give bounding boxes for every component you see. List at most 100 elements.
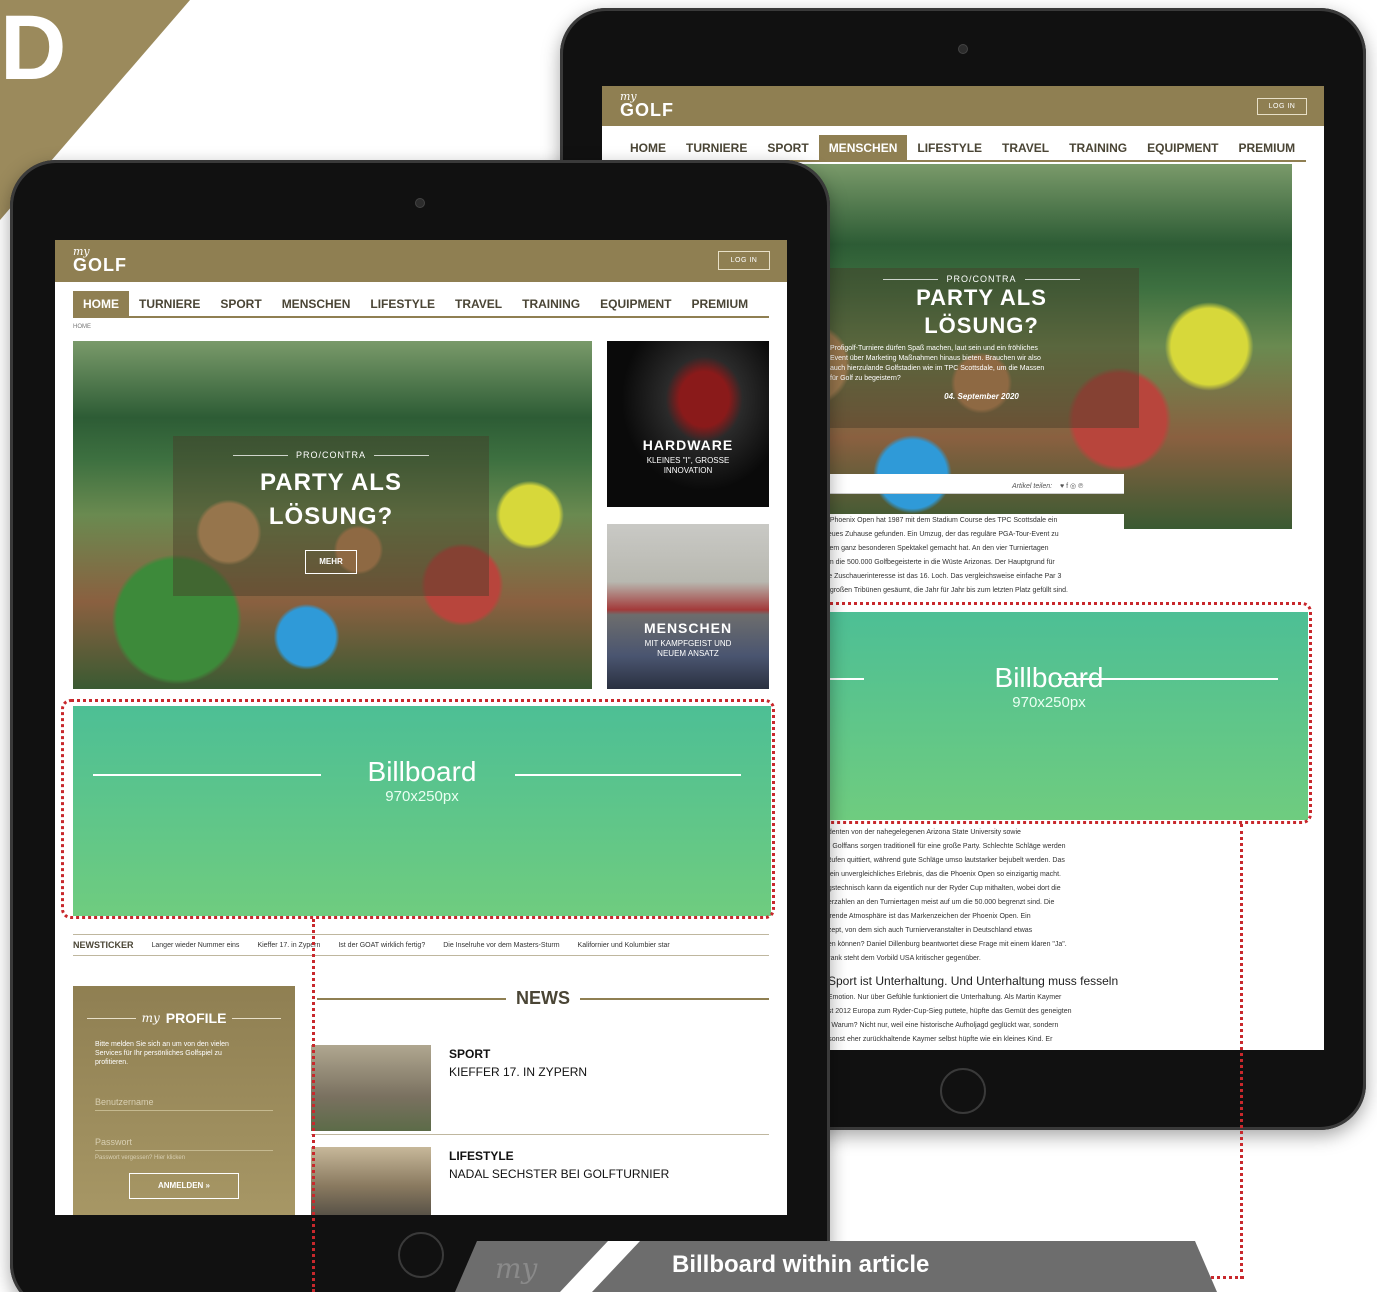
- login-submit-button[interactable]: ANMELDEN »: [129, 1173, 239, 1199]
- paragraph-line: ierende Atmosphäre ist das Markenzeichen…: [824, 913, 1031, 920]
- paragraph-line: ngstechnisch kann da eigentlich nur der …: [824, 885, 1061, 892]
- teaser-line: auch hierzulande Golfstadien wie im TPC …: [830, 365, 1045, 372]
- password-field[interactable]: Passwort: [95, 1137, 273, 1151]
- hero-title-line1: PARTY ALS: [916, 285, 1047, 310]
- side-card-menschen[interactable]: MENSCHEN MIT KAMPFGEIST UND NEUEM ANSATZ: [607, 524, 769, 689]
- nav-sport[interactable]: SPORT: [210, 291, 271, 317]
- nav-travel[interactable]: TRAVEL: [445, 291, 512, 317]
- nav-home[interactable]: HOME: [73, 291, 129, 317]
- card-title: MENSCHEN: [643, 620, 733, 636]
- news-heading-text: NEWS: [516, 988, 570, 1008]
- nav-home[interactable]: HOME: [620, 135, 676, 161]
- news-category: SPORT: [449, 1047, 491, 1061]
- nav-premium[interactable]: PREMIUM: [681, 291, 758, 317]
- connector-line-left: [312, 919, 315, 1292]
- card-sub-line: INNOVATION: [663, 466, 713, 475]
- ticker-label: NEWSTICKER: [73, 940, 134, 950]
- news-thumbnail[interactable]: [311, 1045, 431, 1131]
- breadcrumb[interactable]: HOME: [73, 324, 91, 330]
- nav-menschen[interactable]: MENSCHEN: [272, 291, 361, 317]
- paragraph-line: udenten von der nahegelegenen Arizona St…: [824, 829, 1021, 836]
- home-button: [940, 1068, 986, 1114]
- nav-equipment[interactable]: EQUIPMENT: [1137, 135, 1228, 161]
- caption-text: Billboard within article: [672, 1251, 930, 1278]
- news-title[interactable]: KIEFFER 17. IN ZYPERN: [449, 1065, 587, 1079]
- card-title: HARDWARE: [642, 437, 734, 453]
- article-paragraph-1: e Phoenix Open hat 1987 mit dem Stadium …: [824, 514, 1124, 604]
- login-button[interactable]: LOG IN: [718, 251, 770, 270]
- showcase-canvas: D my GOLF LOG IN HOME TURNIERE SPORT MEN…: [0, 0, 1377, 1292]
- logo-golf: GOLF: [620, 100, 674, 120]
- profile-box: my PROFILE Bitte melden Sie sich an um vo…: [73, 986, 295, 1215]
- teaser-line: Profigolf-Turniere dürfen Spaß machen, l…: [830, 345, 1038, 352]
- hero-teaser: Profigolf-Turniere dürfen Spaß machen, l…: [824, 340, 1139, 388]
- teaser-line: Event über Marketing Maßnahmen hinaus bi…: [830, 355, 1041, 362]
- card-sub-line: MIT KAMPFGEIST UND: [644, 639, 732, 648]
- logo-golf: GOLF: [73, 255, 127, 275]
- news-thumbnail[interactable]: [311, 1147, 431, 1215]
- nav-lifestyle[interactable]: LIFESTYLE: [360, 291, 445, 317]
- teaser-line: für Golf zu begeistern?: [830, 375, 901, 382]
- paragraph-line: e Phoenix Open hat 1987 mit dem Stadium …: [824, 517, 1058, 524]
- share-icons[interactable]: ♥ f ◎ ℗: [1060, 483, 1083, 490]
- ticker-item[interactable]: Die Inselruhe vor dem Masters-Sturm: [443, 942, 559, 949]
- paragraph-line: t Emotion. Nur über Gefühle funktioniert…: [824, 994, 1062, 1001]
- hero-title-line1: PARTY ALS: [260, 469, 402, 496]
- news-title[interactable]: NADAL SECHSTER BEI GOLFTURNIER: [449, 1167, 669, 1181]
- card-sub-line: NEUEM ANSATZ: [657, 649, 719, 658]
- article-paragraph-3: t Emotion. Nur über Gefühle funktioniert…: [824, 991, 1124, 1047]
- ticker-item[interactable]: Kalifornier und Kolumbier star: [578, 942, 670, 949]
- nav-turniere[interactable]: TURNIERE: [676, 135, 757, 161]
- paragraph-line: e" Golffans sorgen traditionell für eine…: [824, 843, 1066, 850]
- nav-training[interactable]: TRAINING: [1059, 135, 1137, 161]
- desc-line: Services für Ihr persönliches Golfspiel …: [95, 1050, 222, 1057]
- caption-scribble: my: [495, 1252, 538, 1285]
- news-item[interactable]: LIFESTYLE NADAL SECHSTER BEI GOLFTURNIER: [311, 1147, 769, 1215]
- paragraph-line: s. Warum? Nicht nur, weil eine historisc…: [824, 1022, 1059, 1029]
- site-logo[interactable]: my GOLF: [73, 246, 127, 275]
- ticker-item[interactable]: Kieffer 17. in Zypern: [257, 942, 320, 949]
- site-header: my GOLF LOG IN: [55, 240, 787, 282]
- paragraph-line: neues Zuhause gefunden. Ein Umzug, der d…: [824, 531, 1059, 538]
- card-sub-line: KLEINES "I", GROSSE: [646, 456, 730, 465]
- connector-line-right: [1240, 824, 1243, 1279]
- camera-dot: [415, 198, 425, 208]
- nav-premium[interactable]: PREMIUM: [1228, 135, 1305, 161]
- news-item[interactable]: SPORT KIEFFER 17. IN ZYPERN: [311, 1045, 769, 1135]
- ticker-item[interactable]: Langer wieder Nummer eins: [152, 942, 240, 949]
- desc-line: profitieren.: [95, 1059, 129, 1066]
- username-field[interactable]: Benutzername: [95, 1097, 273, 1111]
- main-nav: HOME TURNIERE SPORT MENSCHEN LIFESTYLE T…: [73, 291, 769, 318]
- side-card-hardware[interactable]: HARDWARE KLEINES "I", GROSSE INNOVATION: [607, 341, 769, 507]
- profile-heading: my PROFILE: [73, 1010, 295, 1026]
- nav-menschen[interactable]: MENSCHEN: [818, 135, 908, 161]
- hero-title-line2: LÖSUNG?: [924, 313, 1039, 338]
- nav-sport[interactable]: SPORT: [757, 135, 818, 161]
- paragraph-line: -Rufen quittiert, während gute Schläge u…: [824, 857, 1065, 864]
- profile-my: my: [141, 1011, 160, 1025]
- hero-overlay: PRO/CONTRA PARTY ALS LÖSUNG? MEHR: [173, 436, 489, 596]
- ticker-item[interactable]: Ist der GOAT wirklich fertig?: [338, 942, 425, 949]
- profile-word: PROFILE: [165, 1010, 227, 1026]
- hero-date: 04. September 2020: [944, 392, 1019, 401]
- news-ticker: NEWSTICKER Langer wieder Nummer eins Kie…: [73, 934, 769, 956]
- nav-travel[interactable]: TRAVEL: [992, 135, 1059, 161]
- nav-lifestyle[interactable]: LIFESTYLE: [907, 135, 992, 161]
- hero-kicker: PRO/CONTRA: [173, 450, 489, 460]
- nav-training[interactable]: TRAINING: [512, 291, 590, 317]
- paragraph-line: uen können? Daniel Dillenburg beantworte…: [824, 941, 1067, 948]
- nav-turniere[interactable]: TURNIERE: [129, 291, 210, 317]
- site-logo[interactable]: my GOLF: [620, 91, 674, 120]
- corner-letter: D: [0, 0, 67, 99]
- heading-rule: [232, 1017, 281, 1019]
- profile-description: Bitte melden Sie sich an um von den viel…: [95, 1040, 273, 1067]
- hero-more-button[interactable]: MEHR: [305, 550, 357, 574]
- paragraph-line: um die 500.000 Golfbegeisterte in die Wü…: [824, 559, 1055, 566]
- nav-equipment[interactable]: EQUIPMENT: [590, 291, 681, 317]
- forgot-password-link[interactable]: Passwort vergessen? Hier klicken: [95, 1155, 273, 1161]
- share-label: Artikel teilen:: [1012, 483, 1053, 490]
- hero-title-line2: LÖSUNG?: [268, 503, 394, 530]
- heading-rule: [87, 1017, 136, 1019]
- paragraph-line: uerzahlen an den Turniertagen meist auf …: [824, 899, 1055, 906]
- login-button[interactable]: LOG IN: [1257, 98, 1307, 115]
